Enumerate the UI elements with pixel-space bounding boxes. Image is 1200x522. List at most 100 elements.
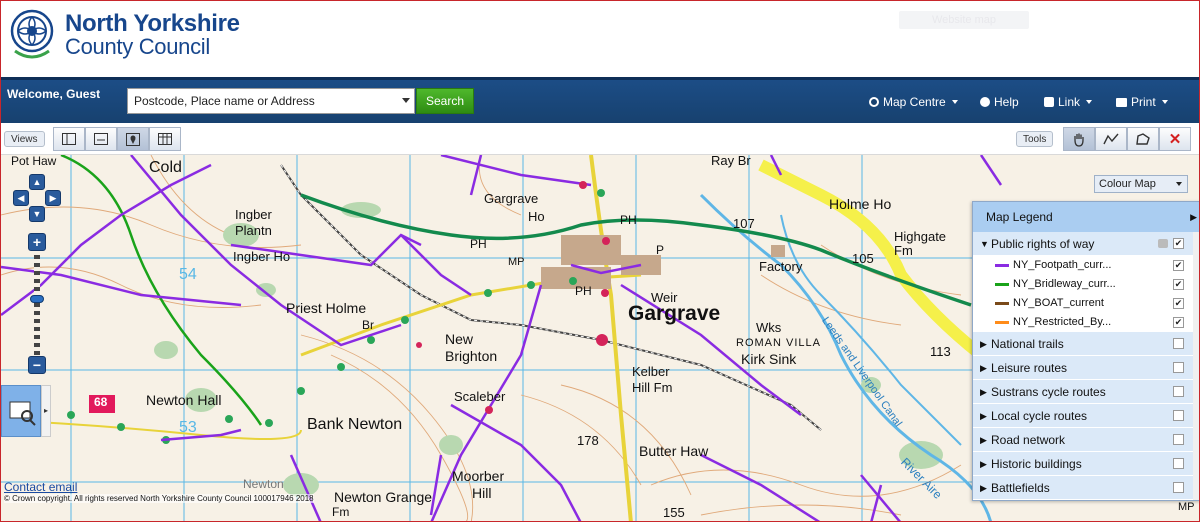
- map-label-cold: Cold: [149, 159, 182, 176]
- map-label-wks: Wks: [756, 320, 782, 335]
- view-table-button[interactable]: [149, 127, 181, 151]
- map-label-pot-haw: Pot Haw: [11, 155, 57, 168]
- map-canvas[interactable]: Pot Haw Cold Gargrave Ho Ray Br Holme Ho…: [1, 155, 1199, 521]
- legend-layer-bridleway[interactable]: NY_Bridleway_curr... ✔: [973, 275, 1199, 294]
- legend-group-prow[interactable]: ▼ Public rights of way ✔: [973, 232, 1199, 256]
- layer-checkbox[interactable]: [1173, 362, 1184, 373]
- zoom-in-button[interactable]: +: [28, 233, 46, 251]
- layer-checkbox[interactable]: [1173, 338, 1184, 349]
- legend-group-national-trails[interactable]: ▶ National trails: [973, 332, 1199, 356]
- legend-layer-footpath[interactable]: NY_Footpath_curr... ✔: [973, 256, 1199, 275]
- minus-icon: −: [32, 357, 42, 373]
- pan-down-button[interactable]: ▼: [29, 206, 45, 222]
- chevron-left-icon: ◀: [17, 193, 25, 203]
- tools-label: Tools: [1016, 131, 1054, 147]
- layer-checkbox[interactable]: [1173, 458, 1184, 469]
- polygon-icon: [1136, 133, 1150, 145]
- legend-layer-boat[interactable]: NY_BOAT_current ✔: [973, 294, 1199, 313]
- search-button[interactable]: Search: [416, 88, 474, 114]
- layer-checkbox[interactable]: ✔: [1173, 298, 1184, 309]
- overview-expand-tab[interactable]: ▸: [41, 385, 51, 437]
- view-map-only-button[interactable]: [117, 127, 149, 151]
- caret-right-icon[interactable]: ▶: [980, 380, 987, 404]
- table-icon: [158, 133, 172, 145]
- legend-group-label: Public rights of way: [991, 237, 1095, 251]
- caret-right-icon[interactable]: ▶: [980, 356, 987, 380]
- map-centre-menu[interactable]: Map Centre: [869, 95, 958, 109]
- grid-number-54: 54: [179, 266, 197, 283]
- map-label-mp-1: MP: [508, 256, 525, 268]
- caret-right-icon[interactable]: ▶: [980, 476, 987, 500]
- colour-map-select[interactable]: Colour Map: [1094, 175, 1188, 193]
- legend-group-label: Local cycle routes: [991, 409, 1088, 423]
- legend-scrollbar[interactable]: [1193, 232, 1199, 500]
- legend-layer-restricted-byway[interactable]: NY_Restricted_By... ✔: [973, 313, 1199, 332]
- caret-down-icon[interactable]: ▼: [980, 232, 989, 256]
- website-map-button[interactable]: Website map: [899, 11, 1029, 29]
- layers-icon[interactable]: [1158, 239, 1168, 248]
- layer-checkbox[interactable]: [1173, 386, 1184, 397]
- pan-up-button[interactable]: ▲: [29, 174, 45, 190]
- chevron-down-icon[interactable]: [402, 98, 410, 103]
- map-centre-label: Map Centre: [883, 95, 946, 109]
- legend-group-battlefields[interactable]: ▶ Battlefields: [973, 476, 1199, 500]
- plus-icon: +: [32, 234, 42, 250]
- caret-right-icon[interactable]: ▶: [980, 404, 987, 428]
- chevron-right-icon[interactable]: ▶: [1190, 202, 1197, 232]
- map-label-gargrave: Gargrave: [628, 302, 721, 325]
- legend-group-leisure-routes[interactable]: ▶ Leisure routes: [973, 356, 1199, 380]
- legend-group-local-cycle[interactable]: ▶ Local cycle routes: [973, 404, 1199, 428]
- target-icon: [869, 97, 879, 107]
- print-label: Print: [1131, 95, 1156, 109]
- layer-checkbox[interactable]: ✔: [1173, 317, 1184, 328]
- pan-tool-button[interactable]: [1063, 127, 1095, 151]
- colour-map-label: Colour Map: [1099, 178, 1156, 190]
- print-menu[interactable]: Print: [1116, 95, 1168, 109]
- layer-checkbox[interactable]: [1173, 434, 1184, 445]
- layer-checkbox[interactable]: [1173, 482, 1184, 493]
- caret-right-icon[interactable]: ▶: [980, 332, 987, 356]
- pan-right-button[interactable]: ▶: [45, 190, 61, 206]
- measure-tool-button[interactable]: [1095, 127, 1127, 151]
- legend-group-historic-buildings[interactable]: ▶ Historic buildings: [973, 452, 1199, 476]
- map-label-moorber-hill: Hill: [472, 485, 492, 501]
- hand-icon: [1074, 133, 1084, 147]
- help-menu[interactable]: Help: [980, 95, 1019, 109]
- contact-email-link[interactable]: Contact email: [4, 480, 77, 494]
- legend-header[interactable]: Map Legend ▶: [973, 202, 1199, 232]
- layer-checkbox[interactable]: ✔: [1173, 238, 1184, 249]
- clear-tool-button[interactable]: ✕: [1159, 127, 1191, 151]
- map-label-highgate-fm: Fm: [894, 243, 913, 258]
- overview-map-button[interactable]: [1, 385, 41, 437]
- map-label-newton-hall: Newton Hall: [146, 392, 222, 408]
- layer-checkbox[interactable]: ✔: [1173, 279, 1184, 290]
- caret-right-icon[interactable]: ▶: [980, 452, 987, 476]
- map-label-113: 113: [930, 344, 951, 359]
- area-tool-button[interactable]: [1127, 127, 1159, 151]
- layer-label: NY_BOAT_current: [1013, 297, 1104, 309]
- legend-group-label: Road network: [991, 433, 1066, 447]
- pan-left-button[interactable]: ◀: [13, 190, 29, 206]
- layer-checkbox[interactable]: ✔: [1173, 260, 1184, 271]
- zoom-slider-thumb[interactable]: [30, 295, 44, 303]
- map-label-fm: Fm: [332, 505, 350, 519]
- legend-group-sustrans[interactable]: ▶ Sustrans cycle routes: [973, 380, 1199, 404]
- map-label-105: 105: [852, 251, 874, 266]
- view-sidebar-left-button[interactable]: [53, 127, 85, 151]
- welcome-text: Welcome, Guest: [7, 87, 101, 101]
- views-label: Views: [4, 131, 45, 147]
- zoom-out-button[interactable]: −: [28, 356, 46, 374]
- map-label-ph-2: PH: [575, 284, 592, 298]
- layer-checkbox[interactable]: [1173, 410, 1184, 421]
- legend-group-road-network[interactable]: ▶ Road network: [973, 428, 1199, 452]
- legend-group-label: Battlefields: [991, 481, 1050, 495]
- caret-right-icon[interactable]: ▶: [980, 428, 987, 452]
- rose-logo-icon[interactable]: [7, 7, 57, 63]
- grid-number-53: 53: [179, 419, 197, 436]
- zoom-slider-track[interactable]: [34, 255, 40, 355]
- view-bottom-panel-button[interactable]: [85, 127, 117, 151]
- line-measure-icon: [1103, 133, 1119, 145]
- legend-group-label: Sustrans cycle routes: [991, 385, 1106, 399]
- link-menu[interactable]: Link: [1044, 95, 1093, 109]
- search-input[interactable]: Postcode, Place name or Address: [127, 88, 415, 114]
